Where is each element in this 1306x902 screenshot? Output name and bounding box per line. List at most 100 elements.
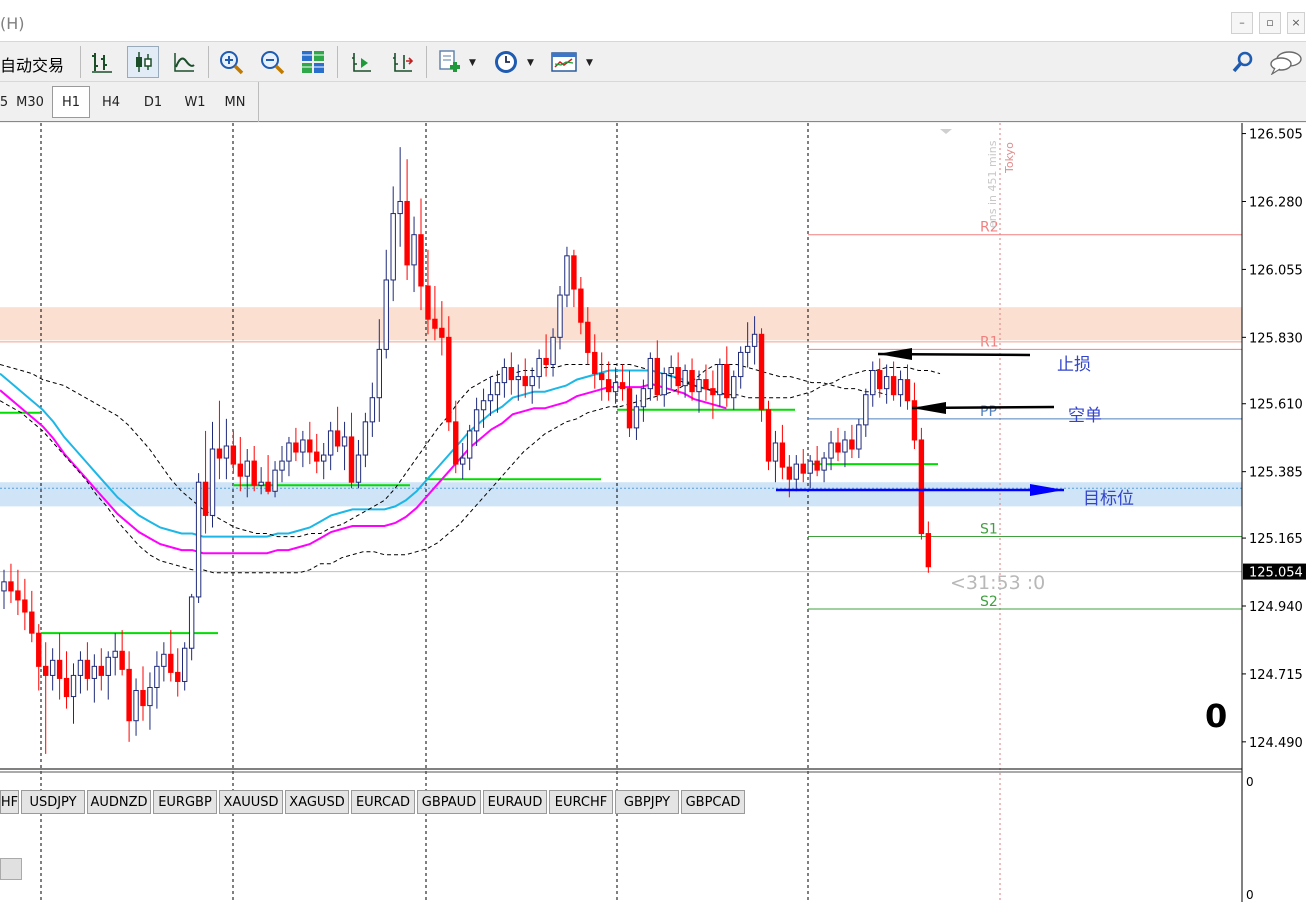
templates-dropdown-icon[interactable]: ▼ bbox=[586, 58, 593, 68]
timeframe-h4[interactable]: H4 bbox=[92, 86, 130, 118]
bear-candle bbox=[22, 599, 28, 613]
bull-candle bbox=[536, 357, 542, 378]
bear-candle bbox=[904, 379, 911, 402]
bear-candle bbox=[251, 460, 257, 486]
close-button[interactable]: × bbox=[1287, 12, 1305, 34]
bull-candle bbox=[383, 279, 389, 350]
terminal-window: (H) – ▫ × 自动交易 ▼ ▼ ▼ 5 M30 H1 H4 D1 W1 M… bbox=[0, 0, 1306, 902]
current-price-label: 125.054 bbox=[1249, 566, 1303, 581]
symbol-tab-eurgbp[interactable]: EURGBP bbox=[153, 790, 217, 814]
bull-candle bbox=[460, 457, 466, 465]
bear-candle bbox=[814, 460, 820, 471]
symbol-tab-hf[interactable]: HF bbox=[0, 790, 19, 814]
symbol-tab-eurcad[interactable]: EURCAD bbox=[351, 790, 415, 814]
bull-candle bbox=[154, 665, 160, 688]
bull-candle bbox=[842, 439, 848, 453]
price-tick-label: 125.830 bbox=[1249, 331, 1303, 346]
symbol-tab-eurchf[interactable]: EURCHF bbox=[549, 790, 613, 814]
bear-candle bbox=[585, 321, 591, 353]
bull-candle bbox=[807, 460, 813, 474]
periods-button[interactable] bbox=[490, 46, 522, 78]
bull-candle bbox=[258, 481, 264, 486]
bull-candle bbox=[182, 647, 188, 682]
bear-candle bbox=[446, 336, 452, 423]
templates-button[interactable] bbox=[548, 46, 580, 78]
bear-candle bbox=[925, 533, 932, 568]
bull-candle bbox=[550, 336, 556, 365]
pivot-label-s1: S1 bbox=[980, 522, 998, 538]
bear-candle bbox=[29, 611, 35, 634]
bear-candle bbox=[765, 409, 772, 462]
timeframe-mn[interactable]: MN bbox=[216, 86, 254, 118]
bear-candle bbox=[425, 285, 431, 320]
bar-chart-button[interactable] bbox=[86, 46, 118, 78]
bear-candle bbox=[877, 370, 883, 390]
bear-candle bbox=[592, 351, 598, 375]
session-countdown: ens in 451 mins bbox=[986, 140, 999, 228]
restore-button[interactable]: ▫ bbox=[1259, 12, 1281, 34]
symbol-tab-usdjpy[interactable]: USDJPY bbox=[21, 790, 85, 814]
bull-candle bbox=[494, 382, 501, 396]
bull-candle bbox=[133, 690, 139, 722]
timeframe-bar: 5 M30 H1 H4 D1 W1 MN bbox=[0, 82, 1306, 122]
bear-candle bbox=[849, 439, 855, 450]
scroll-button[interactable] bbox=[0, 858, 22, 880]
bull-candle bbox=[870, 370, 876, 396]
bull-candle bbox=[411, 234, 417, 266]
bull-candle bbox=[91, 665, 98, 679]
search-icon bbox=[1232, 51, 1253, 73]
bull-candle bbox=[487, 394, 494, 402]
bull-candle bbox=[279, 460, 285, 471]
bull-candle bbox=[161, 653, 167, 667]
bear-candle bbox=[703, 379, 709, 390]
bull-candle bbox=[821, 457, 827, 471]
timeframe-m5[interactable]: 5 bbox=[0, 86, 8, 118]
bear-candle bbox=[63, 677, 70, 698]
timeframe-m30[interactable]: M30 bbox=[10, 86, 50, 118]
bear-candle bbox=[571, 255, 577, 290]
timeframe-h1[interactable]: H1 bbox=[52, 86, 90, 118]
symbol-tab-xagusd[interactable]: XAGUSD bbox=[285, 790, 349, 814]
symbol-tab-gbpjpy[interactable]: GBPJPY bbox=[615, 790, 679, 814]
big-counter: 0 bbox=[1205, 697, 1227, 735]
session-name: Tokyo bbox=[1003, 142, 1016, 174]
tile-windows-button[interactable] bbox=[297, 46, 329, 78]
bull-candle bbox=[376, 348, 383, 399]
bull-candle bbox=[466, 430, 473, 459]
symbol-tab-audnzd[interactable]: AUDNZD bbox=[87, 790, 151, 814]
line-chart-button[interactable] bbox=[168, 46, 200, 78]
bar-chart-icon bbox=[92, 53, 112, 73]
auto-trading-button[interactable]: 自动交易 bbox=[0, 52, 64, 76]
bear-candle bbox=[126, 668, 132, 722]
timeframe-w1[interactable]: W1 bbox=[176, 86, 214, 118]
bull-candle bbox=[682, 370, 688, 387]
bear-candle bbox=[758, 333, 765, 411]
symbol-tab-xauusd[interactable]: XAUUSD bbox=[219, 790, 283, 814]
zoom-out-button[interactable] bbox=[256, 46, 288, 78]
auto-scroll-button[interactable] bbox=[345, 46, 377, 78]
bull-candle bbox=[863, 394, 869, 426]
templates-icon bbox=[551, 52, 577, 72]
symbol-tab-gbpaud[interactable]: GBPAUD bbox=[417, 790, 481, 814]
bear-candle bbox=[626, 388, 633, 429]
symbol-tab-gbpcad[interactable]: GBPCAD bbox=[681, 790, 745, 814]
bull-candle bbox=[897, 379, 904, 396]
bull-candle bbox=[640, 388, 647, 408]
bull-candle bbox=[883, 376, 890, 390]
chart-shift-button[interactable] bbox=[386, 46, 418, 78]
tile-windows-icon bbox=[302, 51, 324, 73]
indicators-button[interactable] bbox=[433, 46, 465, 78]
zoom-in-button[interactable] bbox=[215, 46, 247, 78]
search-button[interactable] bbox=[1227, 46, 1259, 78]
chat-button[interactable] bbox=[1268, 46, 1304, 78]
bull-candle bbox=[300, 439, 306, 453]
bull-candle bbox=[70, 674, 77, 698]
minimize-button[interactable]: – bbox=[1231, 12, 1253, 34]
periods-dropdown-icon[interactable]: ▼ bbox=[527, 58, 534, 68]
indicator-top-value: 0 bbox=[1246, 775, 1254, 789]
indicators-dropdown-icon[interactable]: ▼ bbox=[469, 58, 476, 68]
price-chart[interactable]: R2R1PPS1S2 126.505126.280126.055125.8301… bbox=[0, 123, 1306, 902]
candlestick-button[interactable] bbox=[127, 46, 159, 78]
symbol-tab-euraud[interactable]: EURAUD bbox=[483, 790, 547, 814]
timeframe-d1[interactable]: D1 bbox=[134, 86, 172, 118]
